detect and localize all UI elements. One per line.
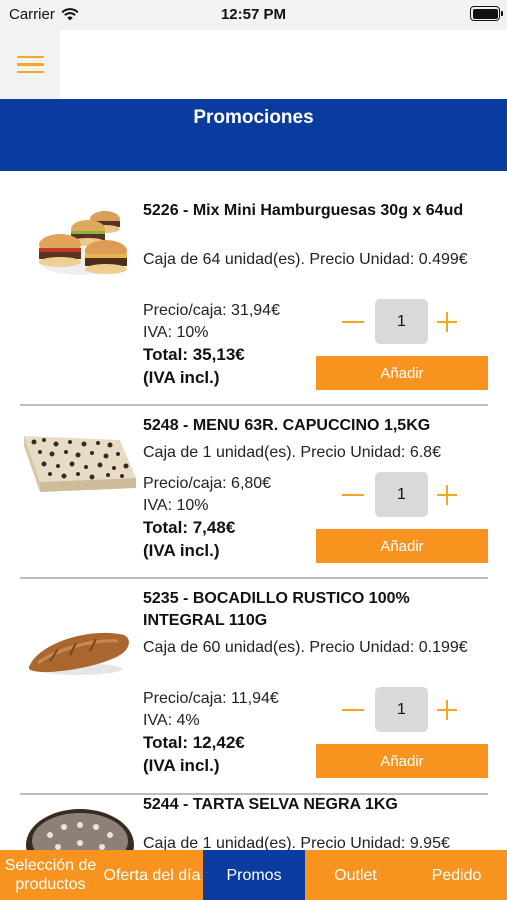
black-forest-cake-image (26, 809, 134, 850)
increase-quantity-button[interactable] (437, 312, 457, 332)
mini-burgers-image (38, 211, 127, 275)
vat-rate: IVA: 4% (143, 712, 200, 729)
price-per-box: Precio/caja: 6,80€ (143, 475, 272, 492)
vat-rate: IVA: 10% (143, 324, 209, 341)
price-per-box: Precio/caja: 11,94€ (143, 690, 279, 707)
page-title: Promociones (193, 107, 314, 128)
quantity-input[interactable] (375, 687, 428, 732)
nav-outlet[interactable]: Outlet (305, 850, 406, 900)
increase-quantity-button[interactable] (437, 485, 457, 505)
total-price: Total: 35,13€ (143, 345, 245, 364)
vat-rate: IVA: 10% (143, 497, 209, 514)
battery-icon (470, 6, 503, 21)
price-per-box: Precio/caja: 31,94€ (143, 302, 280, 319)
product-description: Caja de 60 unidad(es). Precio Unidad: 0.… (143, 639, 468, 656)
promotions-list[interactable]: 5226 - Mix Mini Hamburguesas 30g x 64ud … (0, 171, 507, 850)
bottom-navigation: Selección de productos Oferta del día Pr… (0, 850, 507, 900)
quantity-input[interactable] (375, 299, 428, 344)
nav-product-selection[interactable]: Selección de productos (0, 850, 101, 900)
product-name: 5248 - MENU 63R. CAPUCCINO 1,5KG (143, 417, 431, 434)
add-to-cart-button[interactable]: Añadir (316, 744, 488, 778)
decrease-quantity-button[interactable] (342, 709, 364, 711)
product-name: 5226 - Mix Mini Hamburguesas 30g x 64ud (143, 202, 464, 219)
divider (20, 404, 488, 406)
app-bar (0, 30, 507, 99)
product-name: 5244 - TARTA SELVA NEGRA 1KG (143, 796, 398, 813)
product-description: Caja de 1 unidad(es). Precio Unidad: 6.8… (143, 444, 441, 461)
product-description: Caja de 64 unidad(es). Precio Unidad: 0.… (143, 251, 468, 268)
status-time: 12:57 PM (220, 6, 287, 23)
nav-order[interactable]: Pedido (406, 850, 507, 900)
add-to-cart-button[interactable]: Añadir (316, 356, 488, 390)
status-bar: Carrier 12:57 PM (0, 0, 507, 30)
total-note: (IVA incl.) (143, 756, 220, 775)
bread-roll-image (28, 632, 129, 675)
product-name: 5235 - BOCADILLO RUSTICO 100% INTEGRAL 1… (143, 590, 410, 629)
product-description: Caja de 1 unidad(es). Precio Unidad: 9.9… (143, 835, 450, 850)
add-to-cart-button[interactable]: Añadir (316, 529, 488, 563)
page-header: Promociones (0, 99, 507, 171)
divider (20, 577, 488, 579)
total-price: Total: 12,42€ (143, 733, 245, 752)
increase-quantity-button[interactable] (437, 700, 457, 720)
decrease-quantity-button[interactable] (342, 321, 364, 323)
capuccino-cake-image (24, 436, 136, 492)
decrease-quantity-button[interactable] (342, 494, 364, 496)
hamburger-icon (16, 55, 44, 59)
nav-promos[interactable]: Promos (203, 850, 305, 900)
hamburger-menu-button[interactable] (0, 30, 60, 99)
total-note: (IVA incl.) (143, 541, 220, 560)
total-note: (IVA incl.) (143, 368, 220, 387)
nav-offer-of-the-day[interactable]: Oferta del día (101, 850, 203, 900)
quantity-input[interactable] (375, 472, 428, 517)
total-price: Total: 7,48€ (143, 518, 236, 537)
